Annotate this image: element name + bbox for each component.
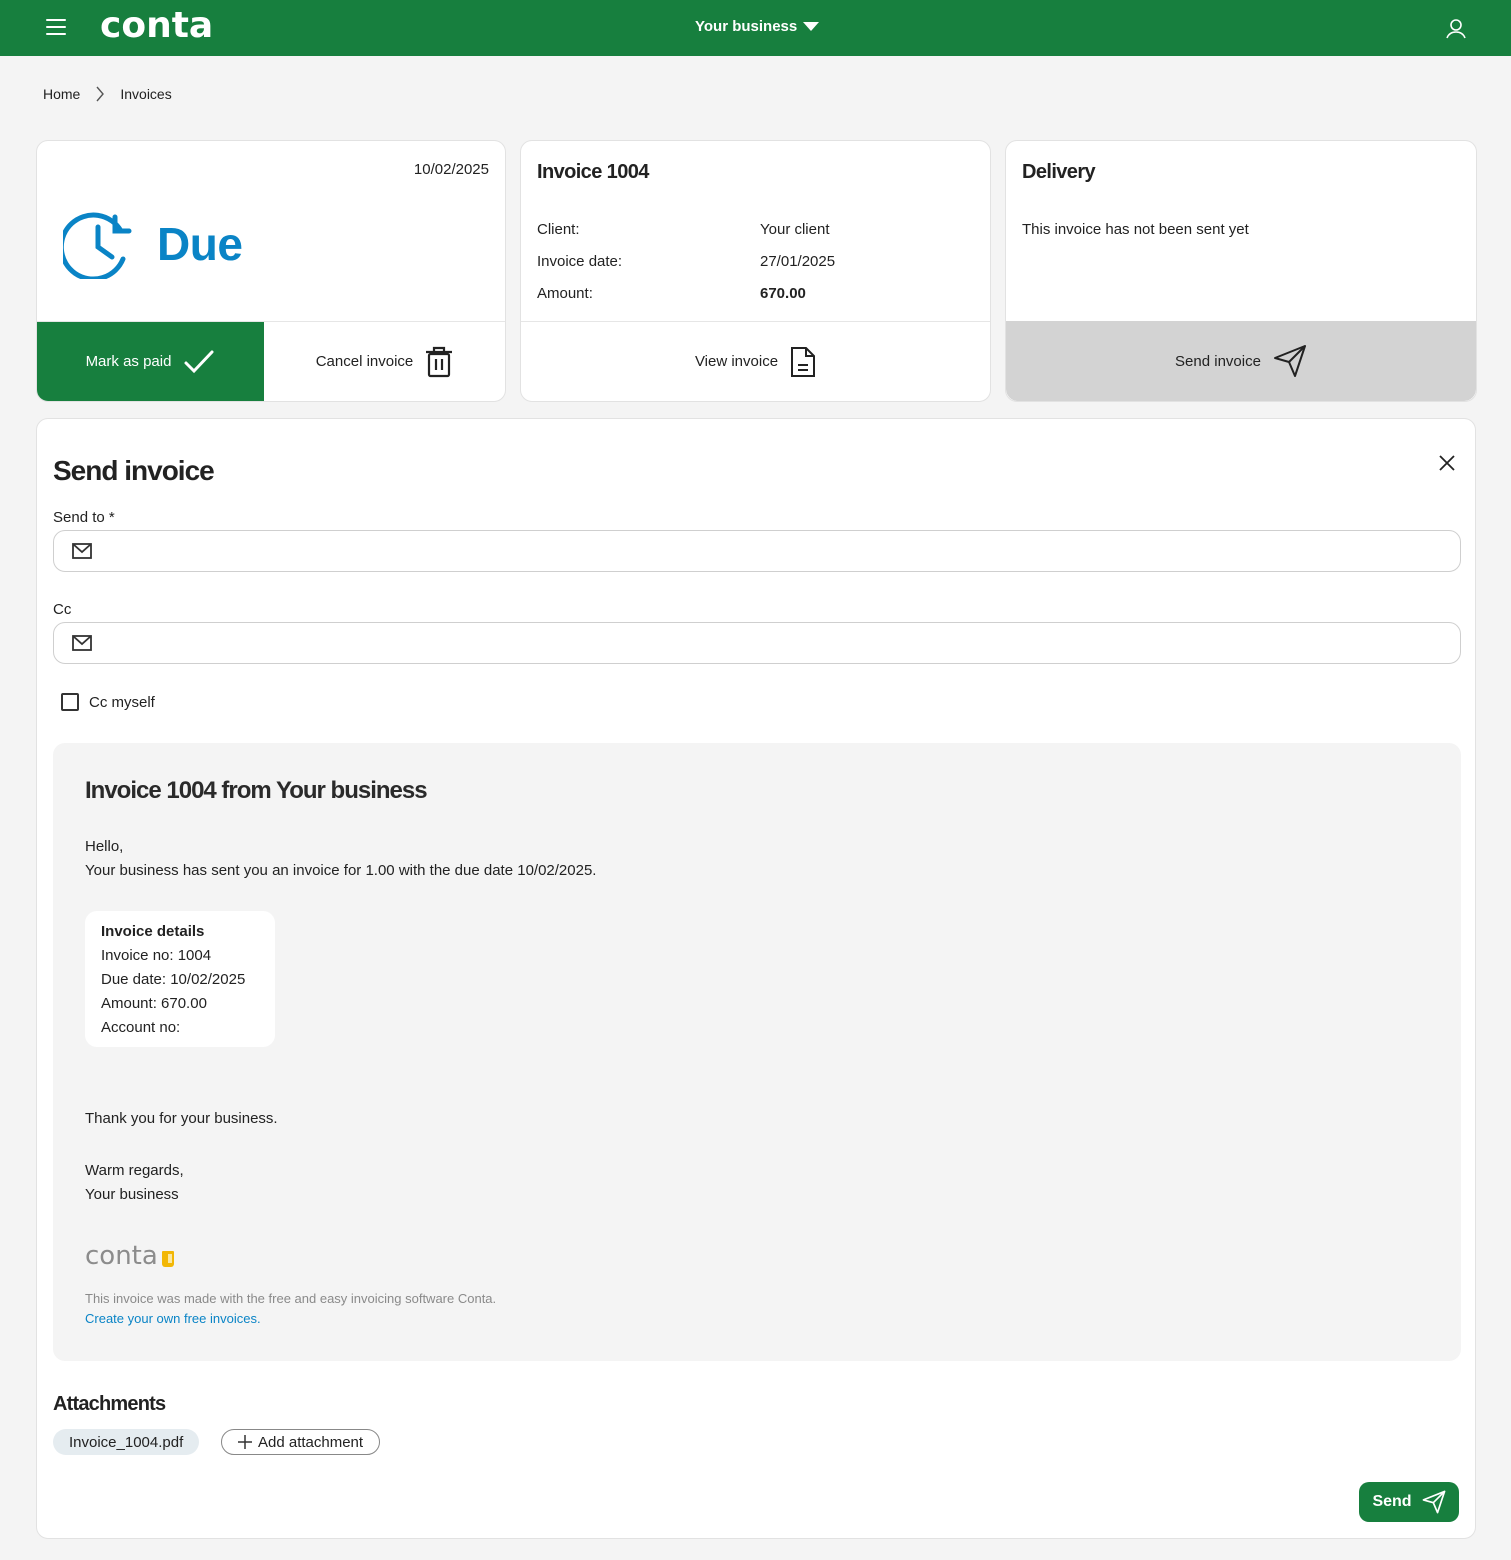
cancel-invoice-button[interactable]: Cancel invoice: [264, 322, 505, 401]
send-button-label: Send: [1372, 1493, 1412, 1510]
delivery-title: Delivery: [1022, 161, 1096, 183]
conta-footer-wordmark: conta: [85, 1241, 158, 1271]
details-account-no: Account no:: [101, 1019, 181, 1036]
business-selector[interactable]: Your business: [695, 18, 820, 35]
delivery-status-message: This invoice has not been sent yet: [1022, 221, 1249, 238]
delivery-card-actions: Send invoice: [1006, 321, 1476, 401]
chevron-right-icon: [80, 86, 120, 102]
plus-icon: [238, 1435, 252, 1449]
status-card-actions: Mark as paid Cancel invoice: [37, 321, 505, 401]
paper-plane-icon: [1273, 345, 1306, 377]
top-navigation-bar: conta Your business: [0, 0, 1511, 56]
invoice-details-box: Invoice details Invoice no: 1004 Due dat…: [85, 911, 275, 1047]
email-greeting: Hello,: [85, 838, 124, 855]
status-indicator: Due: [63, 209, 243, 279]
amount-row: Amount: 670.00: [537, 285, 806, 302]
envelope-icon: [72, 543, 92, 559]
check-icon: [184, 350, 214, 373]
email-preview-heading: Invoice 1004 from Your business: [85, 777, 428, 804]
send-to-field[interactable]: [53, 530, 1461, 572]
conta-logo[interactable]: conta: [100, 6, 213, 46]
coffee-cup-icon: [161, 1251, 174, 1267]
cc-myself-checkbox[interactable]: Cc myself: [61, 693, 155, 711]
send-to-input[interactable]: [104, 531, 1460, 571]
close-icon[interactable]: [1437, 453, 1457, 473]
email-body: Your business has sent you an invoice fo…: [85, 862, 597, 879]
send-invoice-heading: Send invoice: [53, 455, 215, 486]
add-attachment-button[interactable]: Add attachment: [221, 1429, 381, 1455]
invoice-date-value: 27/01/2025: [760, 253, 836, 270]
breadcrumb: Home Invoices: [43, 86, 172, 102]
details-invoice-no: Invoice no: 1004: [101, 947, 212, 964]
cancel-invoice-label: Cancel invoice: [315, 353, 414, 370]
mark-as-paid-button[interactable]: Mark as paid: [37, 322, 264, 401]
document-icon: [791, 346, 816, 377]
attachments-heading: Attachments: [53, 1393, 166, 1415]
due-date: 10/02/2025: [413, 161, 489, 178]
checkbox-box[interactable]: [61, 693, 79, 711]
caret-down-icon: [803, 22, 820, 31]
mark-as-paid-label: Mark as paid: [85, 353, 172, 370]
cc-input[interactable]: [104, 623, 1460, 663]
send-button[interactable]: Send: [1359, 1482, 1459, 1522]
delivery-card: Delivery This invoice has not been sent …: [1005, 140, 1477, 402]
user-icon[interactable]: [1444, 16, 1468, 40]
attachment-chip[interactable]: Invoice_1004.pdf: [53, 1429, 200, 1455]
email-signature: Your business: [85, 1186, 179, 1203]
email-preview: Invoice 1004 from Your business Hello, Y…: [53, 743, 1461, 1361]
conta-footer-logo: conta: [85, 1241, 174, 1271]
send-invoice-panel: Send invoice Send to * Cc Cc myself Invo…: [36, 418, 1476, 1539]
envelope-icon: [72, 635, 92, 651]
add-attachment-label: Add attachment: [258, 1433, 364, 1451]
clock-refresh-icon: [63, 212, 132, 279]
email-regards: Warm regards,: [85, 1162, 184, 1179]
view-invoice-label: View invoice: [694, 353, 779, 370]
cc-label: Cc: [53, 601, 72, 618]
paper-plane-icon: [1422, 1490, 1445, 1514]
client-label: Client:: [537, 221, 580, 238]
invoice-details-title: Invoice details: [101, 923, 205, 940]
view-invoice-button[interactable]: View invoice: [521, 322, 990, 401]
send-invoice-label: Send invoice: [1175, 352, 1261, 370]
invoice-date-row: Invoice date: 27/01/2025: [537, 253, 835, 270]
trash-icon: [426, 346, 453, 377]
cc-myself-label: Cc myself: [89, 693, 155, 711]
details-amount: Amount: 670.00: [101, 995, 207, 1012]
status-label: Due: [157, 218, 243, 270]
create-invoices-link[interactable]: Create your own free invoices.: [85, 1311, 261, 1326]
details-due-date: Due date: 10/02/2025: [101, 971, 246, 988]
email-thanks: Thank you for your business.: [85, 1110, 278, 1127]
send-to-label: Send to *: [53, 509, 115, 526]
powered-by-text: This invoice was made with the free and …: [85, 1291, 497, 1306]
amount-value: 670.00: [760, 285, 806, 302]
client-value: Your client: [760, 221, 830, 238]
business-selector-label: Your business: [695, 18, 798, 35]
invoice-date-label: Invoice date:: [537, 253, 623, 270]
cc-field[interactable]: [53, 622, 1461, 664]
invoice-title: Invoice 1004: [537, 161, 649, 183]
hamburger-icon[interactable]: [46, 19, 66, 37]
invoice-card: Invoice 1004 Client: Your client Invoice…: [520, 140, 991, 402]
invoice-card-actions: View invoice: [521, 321, 990, 401]
client-row: Client: Your client: [537, 221, 830, 238]
breadcrumb-invoices: Invoices: [120, 86, 172, 102]
amount-label: Amount:: [537, 285, 593, 302]
send-invoice-button[interactable]: Send invoice: [1006, 321, 1476, 401]
breadcrumb-home[interactable]: Home: [43, 86, 80, 102]
status-card: 10/02/2025 Due Mark as paid Cancel invoi…: [36, 140, 506, 402]
